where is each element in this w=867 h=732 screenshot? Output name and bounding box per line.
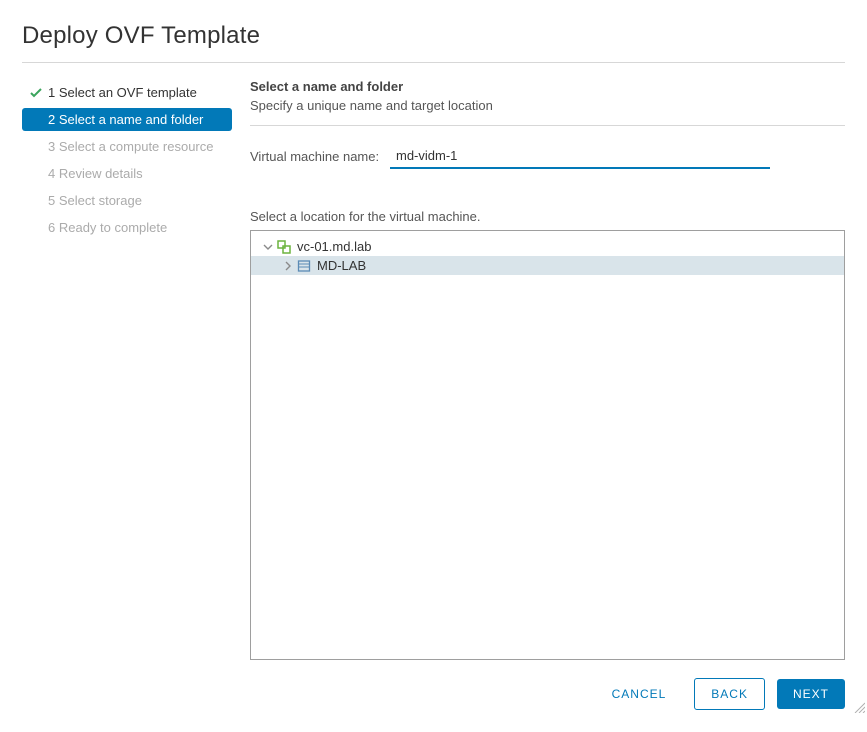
vm-name-input[interactable] [390,144,770,169]
next-button[interactable]: NEXT [777,679,845,709]
resize-grip-icon[interactable] [853,701,865,713]
tree-node-vcenter[interactable]: vc-01.md.lab [251,237,844,256]
chevron-down-icon[interactable] [261,242,275,252]
step-label: 5 Select storage [48,193,142,208]
vm-name-label: Virtual machine name: [250,149,390,164]
step-label: 4 Review details [48,166,143,181]
step-label: 6 Ready to complete [48,220,167,235]
divider [250,125,845,126]
step-4-review-details[interactable]: 4 Review details [22,162,232,185]
tree-node-label: MD-LAB [315,258,366,273]
step-label: 2 Select a name and folder [48,112,203,127]
check-icon [30,88,48,98]
dialog-content: 1 Select an OVF template 2 Select a name… [22,79,845,710]
tree-node-datacenter[interactable]: MD-LAB [251,256,844,275]
vcenter-icon [275,240,293,254]
step-6-ready-to-complete[interactable]: 6 Ready to complete [22,216,232,239]
section-subheading: Specify a unique name and target locatio… [250,98,845,113]
step-3-select-compute[interactable]: 3 Select a compute resource [22,135,232,158]
location-tree[interactable]: vc-01.md.lab MD-LAB [250,230,845,660]
section-heading: Select a name and folder [250,79,845,94]
step-5-select-storage[interactable]: 5 Select storage [22,189,232,212]
location-label: Select a location for the virtual machin… [250,209,845,224]
dialog-title: Deploy OVF Template [22,22,845,63]
main-panel: Select a name and folder Specify a uniqu… [232,79,845,710]
dialog-footer: CANCEL BACK NEXT [250,678,845,710]
step-label: 1 Select an OVF template [48,85,197,100]
back-button[interactable]: BACK [694,678,765,710]
tree-node-label: vc-01.md.lab [295,239,371,254]
step-2-select-name-folder[interactable]: 2 Select a name and folder [22,108,232,131]
step-label: 3 Select a compute resource [48,139,213,154]
vm-name-row: Virtual machine name: [250,144,845,169]
wizard-steps: 1 Select an OVF template 2 Select a name… [22,79,232,710]
cancel-button[interactable]: CANCEL [596,679,683,709]
chevron-right-icon[interactable] [281,261,295,271]
step-1-select-ovf-template[interactable]: 1 Select an OVF template [22,81,232,104]
datacenter-icon [295,259,313,273]
